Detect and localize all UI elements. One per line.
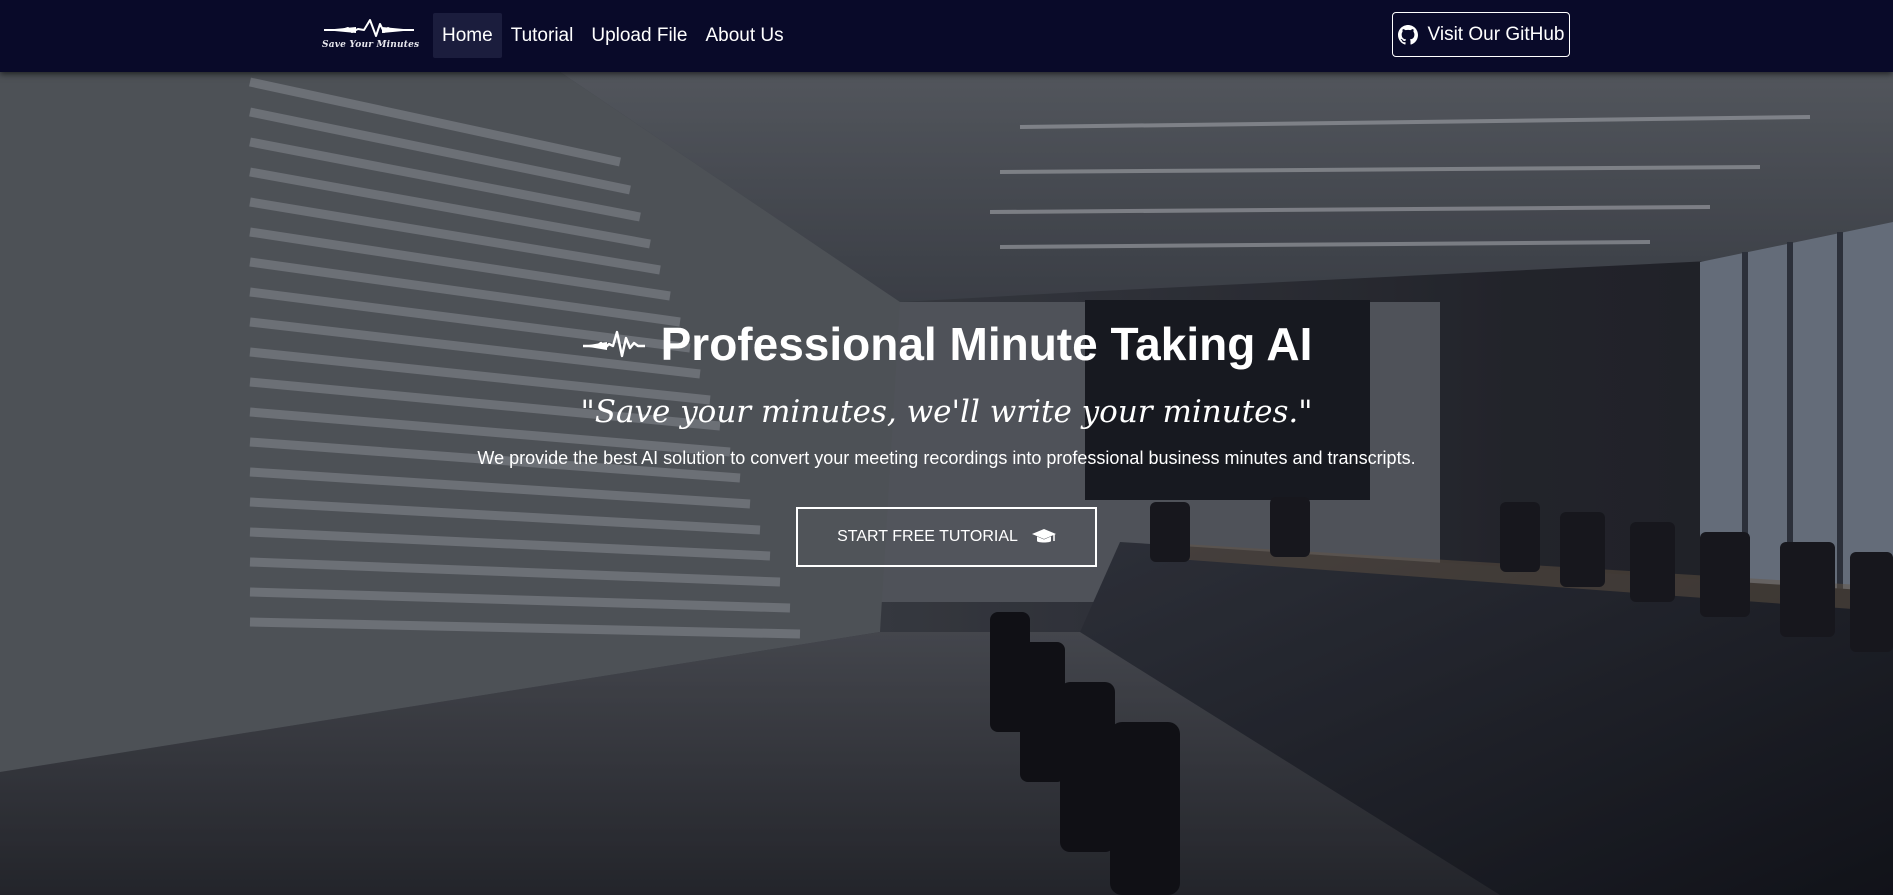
hero-quote: "Save your minutes, we'll write your min…: [580, 394, 1313, 430]
hero-description: We provide the best AI solution to conve…: [477, 448, 1416, 468]
hero-title: Professional Minute Taking AI: [660, 318, 1313, 370]
hero-section: Professional Minute Taking AI "Save your…: [0, 72, 1893, 895]
nav-link-home[interactable]: Home: [433, 13, 502, 58]
graduation-cap-icon: [1031, 529, 1056, 543]
hero-title-row: Professional Minute Taking AI: [0, 317, 1893, 371]
nav-links: Home Tutorial Upload File About Us: [433, 13, 793, 58]
soundwave-icon: [582, 330, 645, 358]
nav-link-about-us[interactable]: About Us: [696, 13, 792, 58]
brand-logo[interactable]: Save Your Minutes: [322, 16, 420, 56]
start-free-tutorial-button[interactable]: START FREE TUTORIAL: [796, 507, 1097, 567]
github-button-label: Visit Our GitHub: [1427, 23, 1565, 45]
soundwave-logo-icon: [324, 19, 414, 37]
github-button[interactable]: Visit Our GitHub: [1392, 12, 1570, 57]
hero-overlay: [0, 72, 1893, 895]
nav-link-tutorial[interactable]: Tutorial: [502, 13, 583, 58]
brand-text: Save Your Minutes: [322, 40, 420, 50]
github-icon: [1397, 24, 1418, 45]
top-navbar: Save Your Minutes Home Tutorial Upload F…: [0, 0, 1893, 72]
nav-link-upload-file[interactable]: Upload File: [582, 13, 696, 58]
tutorial-button-label: START FREE TUTORIAL: [837, 528, 1018, 545]
